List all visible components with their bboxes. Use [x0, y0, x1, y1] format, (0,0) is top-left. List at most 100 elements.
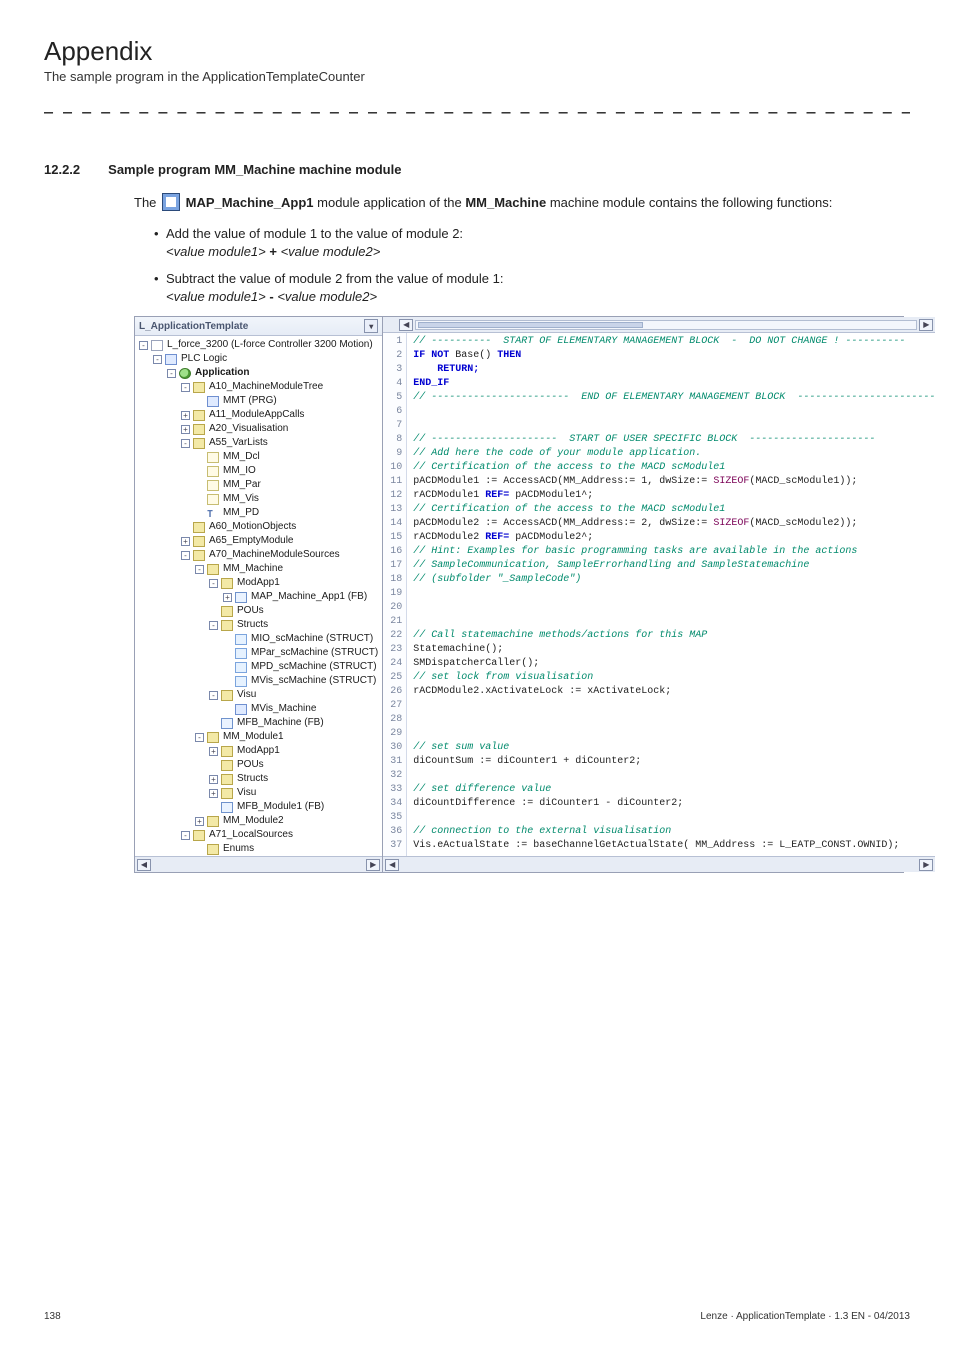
tree-node[interactable]: MFB_Machine (FB) [139, 716, 382, 730]
expand-icon[interactable]: + [209, 775, 218, 784]
tree-node[interactable]: +MM_Module2 [139, 814, 382, 828]
tree-hscrollbar[interactable]: ◀ ▶ [135, 856, 382, 872]
spacer [223, 677, 232, 686]
tree-node[interactable]: -ModApp1 [139, 576, 382, 590]
spacer [223, 705, 232, 714]
code-panel: ◀ ▶ 123456789101112131415161718192021222… [383, 317, 935, 872]
expand-icon[interactable]: + [181, 425, 190, 434]
spacer [209, 719, 218, 728]
scroll-right-icon[interactable]: ▶ [919, 859, 933, 871]
collapse-icon[interactable]: - [209, 691, 218, 700]
expand-icon[interactable]: + [209, 789, 218, 798]
tree-node[interactable]: TMM_PD [139, 506, 382, 520]
tree-node[interactable]: - A55_VarLists [139, 436, 382, 450]
tree-node[interactable]: +A20_Visualisation [139, 422, 382, 436]
tree-label: MPar_scMachine (STRUCT) [250, 646, 378, 660]
tree-node[interactable]: MM_Vis [139, 492, 382, 506]
st-icon [235, 648, 247, 659]
collapse-icon[interactable]: - [181, 551, 190, 560]
tree-node[interactable]: Enums [139, 842, 382, 856]
tree-label: A71_LocalSources [208, 828, 293, 842]
folder-icon [221, 788, 233, 799]
collapse-icon[interactable]: - [195, 565, 204, 574]
code-bottom-scrollbar[interactable]: ◀ ▶ [383, 856, 935, 872]
divider-rule: _ _ _ _ _ _ _ _ _ _ _ _ _ _ _ _ _ _ _ _ … [44, 96, 910, 114]
tree-node[interactable]: -Application [139, 366, 382, 380]
collapse-icon[interactable]: - [153, 355, 162, 364]
tree-node[interactable]: -PLC Logic [139, 352, 382, 366]
tree-node[interactable]: +ModApp1 [139, 744, 382, 758]
collapse-icon[interactable]: - [181, 383, 190, 392]
tree-label: A65_EmptyModule [208, 534, 294, 548]
tree-label: MVis_scMachine (STRUCT) [250, 674, 376, 688]
gvl-icon [207, 494, 219, 505]
tree-node[interactable]: -MM_Module1 [139, 730, 382, 744]
folder-icon [221, 578, 233, 589]
collapse-icon[interactable]: - [167, 369, 176, 378]
expand-icon[interactable]: + [223, 593, 232, 602]
spacer [195, 453, 204, 462]
collapse-icon[interactable]: - [209, 579, 218, 588]
tree-node[interactable]: MMT (PRG) [139, 394, 382, 408]
tree-node[interactable]: POUs [139, 758, 382, 772]
code-top-scrollbar[interactable]: ◀ ▶ [383, 317, 935, 333]
spacer [195, 481, 204, 490]
tree-node[interactable]: - L_force_3200 (L-force Controller 3200 M… [139, 338, 382, 352]
tree-node[interactable]: POUs [139, 604, 382, 618]
folder-icon [193, 382, 205, 393]
tree-node[interactable]: +Visu [139, 786, 382, 800]
expand-icon[interactable]: + [209, 747, 218, 756]
tree-node[interactable]: -A70_MachineModuleSources [139, 548, 382, 562]
collapse-icon[interactable]: - [181, 831, 190, 840]
scroll-track[interactable] [415, 320, 917, 330]
tree-node[interactable]: -A10_MachineModuleTree [139, 380, 382, 394]
tree-node[interactable]: -Visu [139, 688, 382, 702]
tree-node[interactable]: MVis_Machine [139, 702, 382, 716]
tree-node[interactable]: A60_MotionObjects [139, 520, 382, 534]
tree-node[interactable]: +A11_ModuleAppCalls [139, 408, 382, 422]
tree-node[interactable]: - A71_LocalSources [139, 828, 382, 842]
spacer [223, 663, 232, 672]
tree-node[interactable]: -Structs [139, 618, 382, 632]
scroll-left-icon[interactable]: ◀ [399, 319, 413, 331]
tree-node[interactable]: + A65_EmptyModule [139, 534, 382, 548]
scroll-left-icon[interactable]: ◀ [137, 859, 151, 871]
scroll-thumb[interactable] [418, 322, 643, 328]
tree-label: POUs [236, 604, 264, 618]
tree-node[interactable]: +Structs [139, 772, 382, 786]
scroll-left-icon[interactable]: ◀ [385, 859, 399, 871]
st-icon [235, 634, 247, 645]
expand-icon[interactable]: + [195, 817, 204, 826]
tree-node[interactable]: MM_IO [139, 464, 382, 478]
scroll-right-icon[interactable]: ▶ [919, 319, 933, 331]
expand-icon[interactable]: + [181, 537, 190, 546]
tree-node[interactable]: MM_Par [139, 478, 382, 492]
tree-node[interactable]: -MM_Machine [139, 562, 382, 576]
tree-node[interactable]: MPar_scMachine (STRUCT) [139, 646, 382, 660]
tree-node[interactable]: +MAP_Machine_App1 (FB) [139, 590, 382, 604]
spacer [209, 803, 218, 812]
doc-icon [207, 396, 219, 407]
code-gutter: 1234567891011121314151617181920212223242… [383, 333, 407, 856]
tree-node[interactable]: MVis_scMachine (STRUCT) [139, 674, 382, 688]
collapse-icon[interactable]: - [139, 341, 148, 350]
spacer [209, 607, 218, 616]
tree-node[interactable]: MFB_Module1 (FB) [139, 800, 382, 814]
folder-icon [193, 550, 205, 561]
tree-label: A55_VarLists [208, 436, 268, 450]
collapse-icon[interactable]: - [209, 621, 218, 630]
tree-label: POUs [236, 758, 264, 772]
tree-dropdown-icon[interactable]: ▾ [364, 319, 378, 333]
st-icon [235, 662, 247, 673]
expand-icon[interactable]: + [181, 411, 190, 420]
collapse-icon[interactable]: - [195, 733, 204, 742]
folder-icon [221, 690, 233, 701]
folder-icon [193, 438, 205, 449]
tree-node[interactable]: MPD_scMachine (STRUCT) [139, 660, 382, 674]
tree-label: L_force_3200 (L-force Controller 3200 Mo… [166, 338, 373, 352]
module-icon [162, 193, 180, 211]
tree-node[interactable]: MIO_scMachine (STRUCT) [139, 632, 382, 646]
scroll-right-icon[interactable]: ▶ [366, 859, 380, 871]
tree-node[interactable]: MM_Dcl [139, 450, 382, 464]
collapse-icon[interactable]: - [181, 439, 190, 448]
